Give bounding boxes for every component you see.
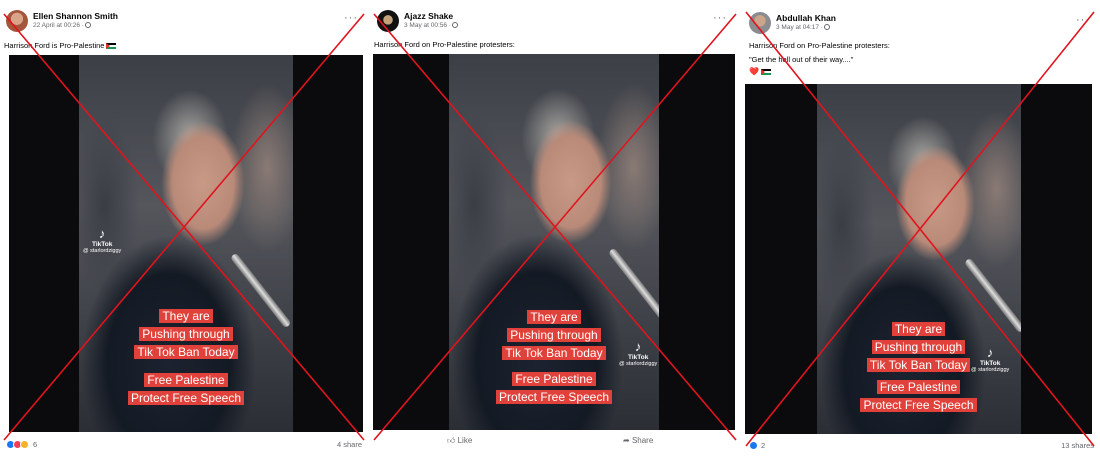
- overlay-line: Pushing through: [139, 327, 233, 341]
- share-arrow-icon: ➦: [623, 436, 630, 445]
- avatar[interactable]: [377, 10, 399, 32]
- overlay-line: Free Palestine: [876, 380, 961, 394]
- post-card-1: Ellen Shannon Smith 22 April at 00:26 · …: [0, 0, 368, 461]
- post-card-2: Ajazz Shake 3 May at 00:56 · ··· Harriso…: [371, 0, 737, 461]
- overlay-line: Pushing through: [507, 328, 601, 342]
- post-caption: Harrison Ford on Pro-Palestine protester…: [749, 41, 890, 50]
- overlay-line: They are: [159, 309, 213, 323]
- video-player[interactable]: ♪ TikTok @ starlordziggy They are Pushing …: [373, 54, 735, 430]
- tiktok-brand: TikTok: [91, 241, 113, 249]
- video-text-overlay-2: Free Palestine Protect Free Speech: [373, 370, 735, 406]
- more-options-icon[interactable]: ···: [713, 12, 727, 24]
- like-button[interactable]: 👍︎ Like: [447, 436, 472, 446]
- author-name[interactable]: Ellen Shannon Smith: [33, 11, 118, 21]
- post-header: Abdullah Khan 3 May at 04:17 · ···: [749, 10, 1094, 40]
- reaction-count: 6: [33, 440, 38, 449]
- thumbs-up-icon: 👍︎: [447, 436, 456, 445]
- avatar[interactable]: [749, 12, 771, 34]
- overlay-line: Tik Tok Ban Today: [134, 345, 238, 359]
- share-count[interactable]: 4 share: [337, 440, 362, 449]
- video-text-overlay: They are Pushing through Tik Tok Ban Tod…: [9, 307, 363, 361]
- heart-emoji: ❤️: [749, 67, 759, 76]
- overlay-line: Protect Free Speech: [860, 398, 977, 412]
- post-caption: Harrison Ford is Pro-Palestine: [4, 41, 117, 50]
- reactions-summary[interactable]: 6: [6, 440, 37, 449]
- video-player[interactable]: ♪ TikTok @ starlordziggy They are Pushing …: [9, 55, 363, 432]
- care-reaction-icon: [20, 440, 29, 449]
- post-footer: 6 4 share: [6, 440, 362, 451]
- like-reaction-icon: [749, 441, 758, 450]
- palestine-flag-icon: [760, 69, 771, 75]
- overlay-line: Protect Free Speech: [127, 391, 245, 405]
- post-card-3: Abdullah Khan 3 May at 04:17 · ··· Harri…: [743, 0, 1100, 461]
- post-timestamp[interactable]: 3 May at 04:17 ·: [776, 24, 830, 31]
- overlay-line: Free Palestine: [512, 372, 596, 386]
- tiktok-handle: @ starlordziggy: [619, 361, 658, 368]
- share-count[interactable]: 13 shares: [1061, 441, 1094, 450]
- overlay-line: Protect Free Speech: [495, 390, 613, 404]
- tiktok-logo-icon: ♪: [98, 226, 106, 241]
- caption-emojis: ❤️: [749, 67, 771, 76]
- video-text-overlay: They are Pushing through Tik Tok Ban Tod…: [745, 320, 1092, 374]
- reaction-count: 2: [761, 441, 766, 450]
- tiktok-handle: @ starlordziggy: [83, 248, 122, 255]
- post-header: Ajazz Shake 3 May at 00:56 · ···: [377, 8, 731, 38]
- post-timestamp[interactable]: 3 May at 00:56 ·: [404, 22, 458, 29]
- video-text-overlay-2: Free Palestine Protect Free Speech: [745, 378, 1092, 414]
- more-options-icon[interactable]: ···: [1076, 14, 1090, 26]
- timestamp-text: 3 May at 00:56 ·: [404, 22, 451, 29]
- like-label: Like: [457, 436, 473, 445]
- post-header: Ellen Shannon Smith 22 April at 00:26 · …: [6, 8, 362, 38]
- globe-icon: [451, 22, 458, 28]
- post-footer: 2 13 shares: [749, 441, 1094, 452]
- timestamp-text: 3 May at 04:17 ·: [776, 24, 823, 31]
- post-caption: Harrison Ford on Pro-Palestine protester…: [374, 40, 515, 49]
- video-text-overlay-2: Free Palestine Protect Free Speech: [9, 371, 363, 407]
- video-player[interactable]: ♪ TikTok @ starlordziggy They are Pushing …: [745, 84, 1092, 434]
- author-name[interactable]: Abdullah Khan: [776, 13, 836, 23]
- author-name[interactable]: Ajazz Shake: [404, 11, 453, 21]
- overlay-line: Free Palestine: [144, 373, 228, 387]
- reactions-summary[interactable]: 2: [749, 441, 765, 450]
- globe-icon: [84, 22, 91, 28]
- avatar[interactable]: [6, 10, 28, 32]
- share-label: Share: [631, 436, 654, 445]
- timestamp-text: 22 April at 00:26 ·: [33, 22, 84, 29]
- palestine-flag-icon: [106, 43, 117, 49]
- overlay-line: They are: [527, 310, 581, 324]
- globe-icon: [823, 24, 830, 30]
- video-text-overlay: They are Pushing through Tik Tok Ban Tod…: [373, 308, 735, 362]
- tiktok-watermark: ♪ TikTok @ starlordziggy: [83, 226, 122, 255]
- overlay-line: They are: [891, 322, 946, 336]
- overlay-line: Tik Tok Ban Today: [502, 346, 606, 360]
- post-timestamp[interactable]: 22 April at 00:26 ·: [33, 22, 91, 29]
- overlay-line: Pushing through: [871, 340, 966, 354]
- share-button[interactable]: ➦ Share: [623, 436, 653, 445]
- more-options-icon[interactable]: ···: [344, 12, 358, 24]
- overlay-line: Tik Tok Ban Today: [866, 358, 971, 372]
- post-caption-quote: "Get the hell out of their way....": [749, 55, 854, 64]
- caption-text: Harrison Ford is Pro-Palestine: [4, 41, 105, 50]
